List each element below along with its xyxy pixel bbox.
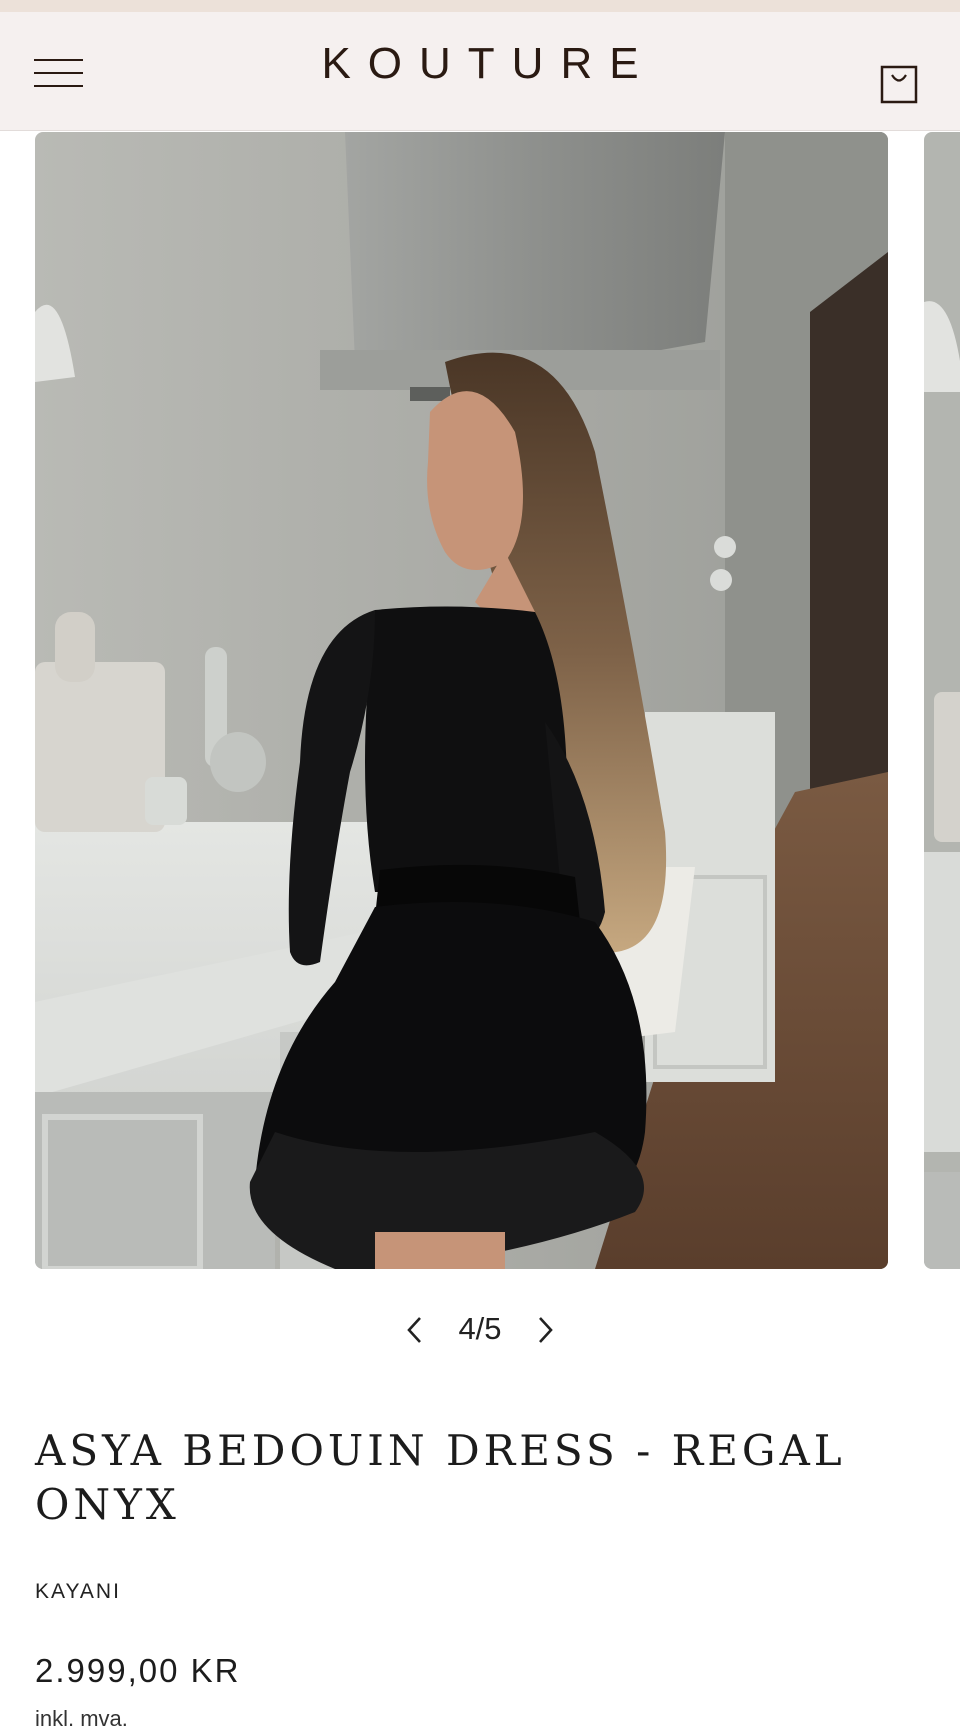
store-logo[interactable]: KOUTURE — [0, 42, 960, 86]
shopping-bag-icon[interactable] — [880, 64, 918, 104]
tax-note: inkl. mva. — [35, 1706, 128, 1731]
site-header: KOUTURE — [0, 12, 960, 131]
chevron-left-icon[interactable] — [400, 1315, 430, 1345]
gallery-counter: 4/5 — [458, 1311, 502, 1346]
announcement-bar — [0, 0, 960, 12]
product-title: ASYA BEDOUIN DRESS - REGAL ONYX — [35, 1426, 846, 1529]
product-gallery[interactable] — [0, 131, 960, 1271]
gallery-pagination: 4/5 — [0, 1305, 960, 1355]
product-image-next[interactable] — [924, 132, 960, 1269]
product-image-main[interactable] — [35, 132, 888, 1269]
product-vendor[interactable]: KAYANI — [35, 1580, 121, 1604]
product-price: 2.999,00 KR — [35, 1652, 241, 1689]
chevron-right-icon[interactable] — [530, 1315, 560, 1345]
